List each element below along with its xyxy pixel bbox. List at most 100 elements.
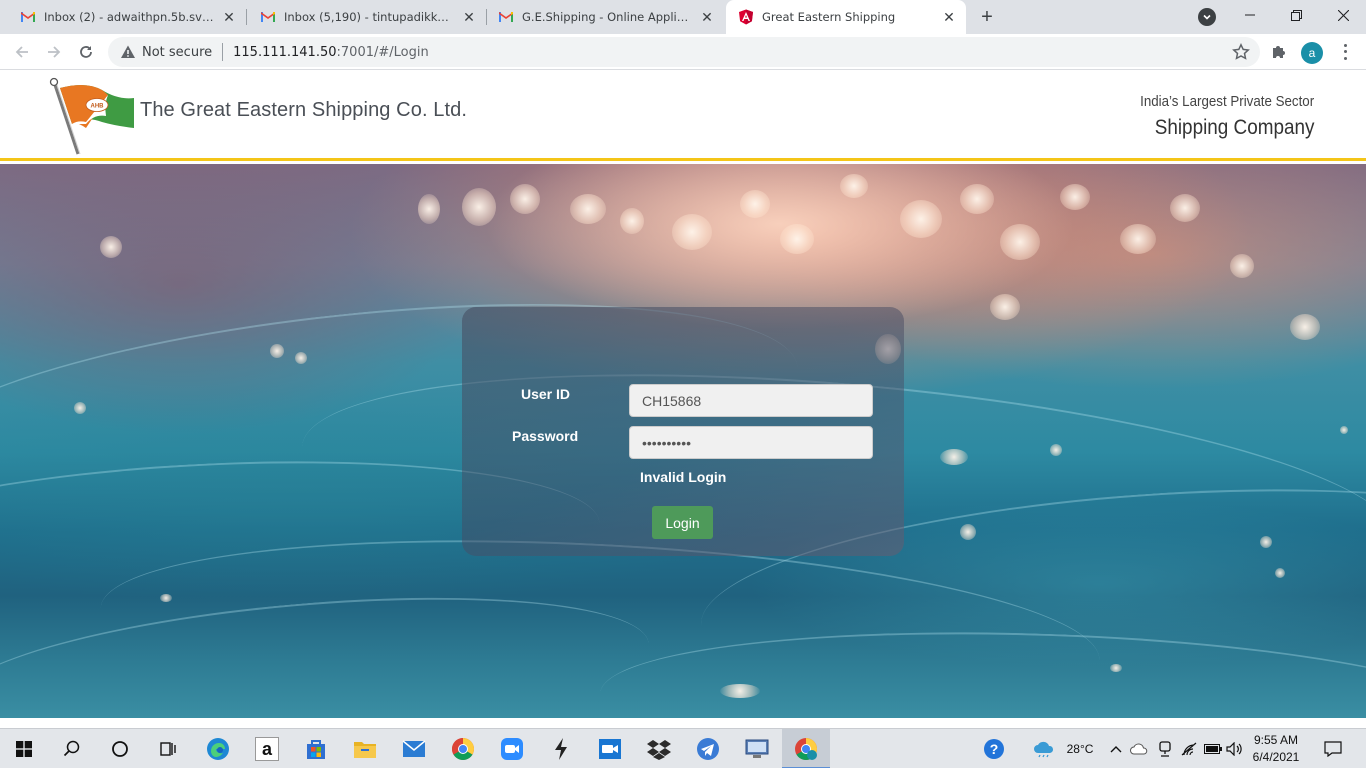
- device-tray[interactable]: [1154, 729, 1176, 768]
- battery-tray[interactable]: [1202, 729, 1224, 768]
- close-icon[interactable]: ✕: [698, 8, 716, 26]
- angular-icon: [739, 9, 753, 25]
- tagline-line-2: Shipping Company: [1154, 116, 1314, 139]
- url-path: :7001/#/Login: [336, 44, 429, 60]
- userid-input[interactable]: [629, 384, 873, 417]
- tab-title: G.E.Shipping - Online Application: [522, 10, 692, 24]
- address-bar[interactable]: Not secure 115.111.141.50:7001/#/Login: [108, 37, 1260, 67]
- page-content: AHB The Great Eastern Shipping Co. Ltd. …: [0, 70, 1366, 718]
- chevron-down-icon: [1203, 14, 1211, 20]
- task-view-icon: [160, 742, 176, 756]
- tagline-line-1: India’s Largest Private Sector: [1139, 94, 1314, 110]
- taskbar-telegram[interactable]: [684, 729, 732, 768]
- gmail-icon: [499, 12, 513, 22]
- userid-label: User ID: [521, 386, 571, 402]
- password-input[interactable]: [629, 426, 873, 459]
- search-icon: [63, 740, 80, 757]
- taskbar-remote-app[interactable]: [733, 729, 781, 768]
- weather-temperature[interactable]: 28°C: [1060, 729, 1100, 768]
- meet-now-icon: [1159, 741, 1171, 757]
- wifi-tray[interactable]: [1178, 729, 1200, 768]
- cloud-icon: [1130, 743, 1148, 755]
- taskbar-chrome[interactable]: [439, 729, 487, 768]
- taskbar-zoom[interactable]: [488, 729, 536, 768]
- warning-icon[interactable]: [120, 44, 136, 60]
- restore-button[interactable]: [1273, 0, 1319, 30]
- remote-desktop-icon: [745, 739, 769, 758]
- more-menu-icon[interactable]: [1338, 42, 1352, 62]
- taskbar-video[interactable]: [586, 729, 634, 768]
- taskbar-app-bolt[interactable]: [537, 729, 585, 768]
- telegram-icon: [697, 738, 719, 760]
- login-button[interactable]: Login: [652, 506, 713, 539]
- taskbar-chrome-active[interactable]: [782, 729, 830, 768]
- restore-icon: [1290, 9, 1302, 21]
- battery-icon: [1204, 744, 1222, 754]
- weather-button[interactable]: [1030, 729, 1058, 768]
- action-center-button[interactable]: [1318, 729, 1348, 768]
- tab-great-eastern-shipping[interactable]: Great Eastern Shipping ✕: [726, 0, 966, 34]
- onedrive-tray[interactable]: [1128, 729, 1150, 768]
- show-hidden-icons[interactable]: [1106, 729, 1126, 768]
- taskbar-mail[interactable]: [390, 729, 438, 768]
- arrow-left-icon: [15, 46, 28, 58]
- folder-icon: [354, 742, 376, 758]
- close-icon[interactable]: ✕: [220, 8, 238, 26]
- close-icon[interactable]: ✕: [460, 8, 478, 26]
- taskbar-store[interactable]: [292, 729, 340, 768]
- company-flag-logo: AHB: [49, 77, 134, 155]
- gmail-icon: [261, 12, 275, 22]
- new-tab-button[interactable]: +: [976, 6, 998, 28]
- back-button[interactable]: [10, 40, 34, 64]
- company-name: The Great Eastern Shipping Co. Ltd.: [140, 99, 468, 121]
- tab-search-button[interactable]: [1198, 8, 1216, 26]
- minimize-button[interactable]: [1227, 0, 1273, 30]
- zoom-icon: [501, 738, 523, 760]
- tab-strip: Inbox (2) - adwaithpn.5b.svn@gmail.com ✕…: [0, 0, 1366, 34]
- windows-icon: [16, 741, 32, 757]
- notification-icon: [1324, 741, 1342, 757]
- dropbox-icon: [647, 740, 671, 760]
- bolt-icon: [555, 738, 567, 760]
- minimize-icon: [1245, 14, 1255, 16]
- chevron-up-icon: [1110, 746, 1122, 753]
- clock-date: 6/4/2021: [1252, 750, 1300, 764]
- cortana-icon: [112, 741, 128, 757]
- star-icon[interactable]: [1232, 43, 1250, 61]
- wifi-icon: [1181, 742, 1197, 756]
- start-button[interactable]: [0, 729, 48, 768]
- screen: Inbox (2) - adwaithpn.5b.svn@gmail.com ✕…: [0, 0, 1366, 768]
- not-secure-label[interactable]: Not secure: [142, 45, 212, 60]
- ocean-background: User ID Password Invalid Login Login: [0, 164, 1366, 718]
- clock-time: 9:55 AM: [1253, 733, 1299, 747]
- password-label: Password: [512, 428, 579, 444]
- taskbar-edge[interactable]: [194, 729, 242, 768]
- tab-gmail-inbox-1[interactable]: Inbox (2) - adwaithpn.5b.svn@gmail.com ✕: [0, 0, 246, 34]
- tab-title: Great Eastern Shipping: [762, 10, 896, 24]
- svg-text:?: ?: [990, 741, 999, 757]
- tab-online-application[interactable]: G.E.Shipping - Online Application ✕: [478, 0, 724, 34]
- close-window-button[interactable]: [1320, 0, 1366, 30]
- arrow-right-icon: [48, 46, 61, 58]
- cortana-button[interactable]: [96, 729, 144, 768]
- task-view-button[interactable]: [144, 729, 192, 768]
- help-tray-button[interactable]: ?: [980, 729, 1008, 768]
- taskbar-dropbox[interactable]: [635, 729, 683, 768]
- puzzle-icon[interactable]: [1270, 43, 1288, 61]
- forward-button[interactable]: [42, 40, 66, 64]
- close-icon[interactable]: ✕: [940, 8, 958, 26]
- taskbar-file-explorer[interactable]: [341, 729, 389, 768]
- chrome-icon: [452, 738, 474, 760]
- taskbar-amazon[interactable]: a: [243, 729, 291, 768]
- login-card: User ID Password Invalid Login Login: [462, 307, 904, 556]
- cloud-rain-icon: [1034, 741, 1054, 758]
- clock[interactable]: 9:55 AM 6/4/2021: [1240, 732, 1312, 766]
- url-text[interactable]: 115.111.141.50:7001/#/Login: [233, 45, 429, 60]
- profile-avatar[interactable]: a: [1301, 42, 1323, 64]
- logo-text: AHB: [91, 104, 105, 110]
- browser-toolbar: Not secure 115.111.141.50:7001/#/Login a: [0, 34, 1366, 70]
- reload-button[interactable]: [74, 40, 98, 64]
- tab-gmail-inbox-2[interactable]: Inbox (5,190) - tintupadikkal@gmail.com …: [240, 0, 486, 34]
- search-button[interactable]: [48, 729, 96, 768]
- video-camera-icon: [599, 739, 621, 759]
